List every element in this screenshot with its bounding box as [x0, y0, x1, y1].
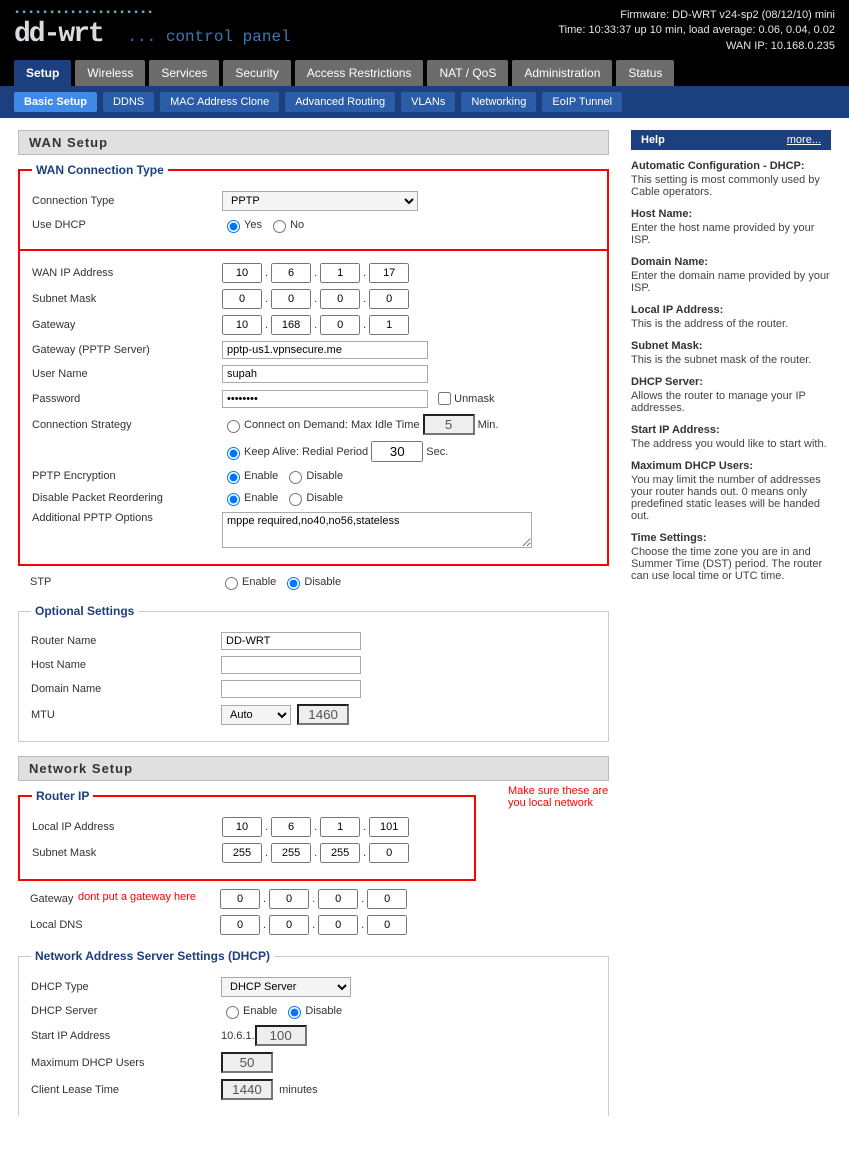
help-heading: Subnet Mask:: [631, 340, 831, 352]
dhcp-start-input[interactable]: [255, 1025, 307, 1046]
password-input[interactable]: [222, 390, 428, 408]
domain-name-input[interactable]: [221, 680, 361, 698]
tab-administration[interactable]: Administration: [512, 60, 612, 86]
tab-access-restrictions[interactable]: Access Restrictions: [295, 60, 424, 86]
stp-enable-radio[interactable]: [225, 577, 238, 590]
tab-services[interactable]: Services: [149, 60, 219, 86]
dhcp-disable-radio[interactable]: [288, 1006, 301, 1019]
help-heading: Domain Name:: [631, 256, 831, 268]
help-heading: Host Name:: [631, 208, 831, 220]
dhcp-max-input[interactable]: [221, 1052, 273, 1073]
redial-period-input[interactable]: [371, 441, 423, 462]
wan-setup-header: WAN Setup: [18, 130, 609, 155]
local-dns-input[interactable]: ...: [220, 915, 407, 935]
help-heading: Time Settings:: [631, 532, 831, 544]
wan-connection-fieldset: WAN Connection Type Connection Type PPTP…: [18, 163, 609, 251]
connection-type-select[interactable]: PPTP: [222, 191, 418, 211]
dpr-enable-radio[interactable]: [227, 493, 240, 506]
optional-settings-fieldset: Optional Settings Router Name Host Name …: [18, 604, 609, 742]
tab-setup[interactable]: Setup: [14, 60, 71, 86]
router-ip-fieldset: Router IP Local IP Address ... Subnet Ma…: [18, 789, 476, 881]
dpr-disable-radio[interactable]: [289, 493, 302, 506]
help-text: Enter the domain name provided by your I…: [631, 270, 831, 294]
wan-details-fieldset: WAN IP Address ... Subnet Mask ... Gatew…: [18, 249, 609, 566]
tab-nat-qos[interactable]: NAT / QoS: [427, 60, 508, 86]
annotation-no-gateway: dont put a gateway here: [78, 891, 208, 903]
local-ip-input[interactable]: ...: [222, 817, 409, 837]
help-text: This is the address of the router.: [631, 318, 831, 330]
network-setup-header: Network Setup: [18, 756, 609, 781]
help-text: Choose the time zone you are in and Summ…: [631, 546, 831, 582]
time-label: Time: 10:33:37 up 10 min, load average: …: [558, 23, 835, 38]
help-text: The address you would like to start with…: [631, 438, 831, 450]
subnet-mask-input[interactable]: ...: [222, 289, 409, 309]
mtu-value-input[interactable]: [297, 704, 349, 725]
header-meta: Firmware: DD-WRT v24-sp2 (08/12/10) mini…: [558, 8, 835, 54]
username-input[interactable]: [222, 365, 428, 383]
connect-on-demand-radio[interactable]: [227, 420, 240, 433]
help-heading: Start IP Address:: [631, 424, 831, 436]
use-dhcp-yes-radio[interactable]: [227, 220, 240, 233]
router-name-input[interactable]: [221, 632, 361, 650]
help-heading: DHCP Server:: [631, 376, 831, 388]
help-text: You may limit the number of addresses yo…: [631, 474, 831, 522]
connection-type-label: Connection Type: [32, 195, 222, 207]
dhcp-lease-input[interactable]: [221, 1079, 273, 1100]
help-heading: Automatic Configuration - DHCP:: [631, 160, 831, 172]
net-gateway-input[interactable]: ...: [220, 889, 407, 909]
additional-pptp-textarea[interactable]: mppe required,no40,no56,stateless: [222, 512, 532, 548]
tab-status[interactable]: Status: [616, 60, 674, 86]
control-panel-label: ... control panel: [127, 28, 290, 46]
annotation-local-network: Make sure these are you local network: [508, 785, 609, 809]
pptp-server-input[interactable]: [222, 341, 428, 359]
pptp-enc-disable-radio[interactable]: [289, 471, 302, 484]
help-heading: Maximum DHCP Users:: [631, 460, 831, 472]
keep-alive-radio[interactable]: [227, 447, 240, 460]
subtab-ddns[interactable]: DDNS: [103, 92, 154, 112]
wan-ip-label: WAN IP: 10.168.0.235: [558, 39, 835, 54]
wan-ip-input[interactable]: ...: [222, 263, 409, 283]
firmware-label: Firmware: DD-WRT v24-sp2 (08/12/10) mini: [558, 8, 835, 23]
unmask-checkbox[interactable]: [438, 392, 451, 405]
subtab-networking[interactable]: Networking: [461, 92, 536, 112]
help-more-link[interactable]: more...: [787, 134, 821, 146]
logo: ▪▪▪▪▪▪▪▪▪▪▪▪▪▪▪▪▪▪▪▪ dd-wrt ... control …: [14, 8, 291, 50]
subtab-advanced-routing[interactable]: Advanced Routing: [285, 92, 395, 112]
gateway-input[interactable]: ...: [222, 315, 409, 335]
help-text: This is the subnet mask of the router.: [631, 354, 831, 366]
pptp-enc-enable-radio[interactable]: [227, 471, 240, 484]
use-dhcp-no-radio[interactable]: [273, 220, 286, 233]
subtab-eoip-tunnel[interactable]: EoIP Tunnel: [542, 92, 622, 112]
use-dhcp-label: Use DHCP: [32, 219, 222, 231]
tab-security[interactable]: Security: [223, 60, 290, 86]
help-heading: Local IP Address:: [631, 304, 831, 316]
wan-connection-legend: WAN Connection Type: [32, 163, 168, 177]
subtab-mac-address-clone[interactable]: MAC Address Clone: [160, 92, 279, 112]
subtab-vlans[interactable]: VLANs: [401, 92, 455, 112]
help-text: Enter the host name provided by your ISP…: [631, 222, 831, 246]
host-name-input[interactable]: [221, 656, 361, 674]
subtab-basic-setup[interactable]: Basic Setup: [14, 92, 97, 112]
dhcp-enable-radio[interactable]: [226, 1006, 239, 1019]
help-header: Helpmore...: [631, 130, 831, 150]
dhcp-fieldset: Network Address Server Settings (DHCP) D…: [18, 949, 609, 1116]
tab-wireless[interactable]: Wireless: [75, 60, 145, 86]
local-subnet-input[interactable]: ...: [222, 843, 409, 863]
mtu-mode-select[interactable]: Auto: [221, 705, 291, 725]
dhcp-type-select[interactable]: DHCP Server: [221, 977, 351, 997]
stp-disable-radio[interactable]: [287, 577, 300, 590]
idle-time-input[interactable]: [423, 414, 475, 435]
help-text: Allows the router to manage your IP addr…: [631, 390, 831, 414]
help-text: This setting is most commonly used by Ca…: [631, 174, 831, 198]
